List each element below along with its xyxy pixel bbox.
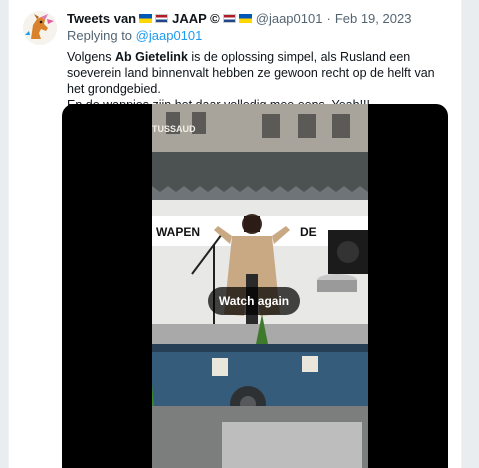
watch-again-button[interactable]: Watch again bbox=[208, 287, 300, 315]
netherlands-flag-icon bbox=[155, 13, 169, 23]
tweet-header: Tweets van JAAP © @jaap0101 · Feb 19, 20… bbox=[67, 9, 453, 27]
video-still: TUSSAUD WAPEN DE bbox=[152, 104, 368, 468]
author-name-suffix[interactable]: JAAP © bbox=[172, 11, 220, 26]
header-separator: · bbox=[326, 10, 331, 26]
netherlands-flag-icon bbox=[222, 13, 236, 23]
replying-to: Replying to @jaap0101 bbox=[67, 27, 453, 45]
building-sign: TUSSAUD bbox=[152, 124, 196, 134]
video-player[interactable]: TUSSAUD WAPEN DE Watch again bbox=[62, 104, 448, 468]
video-frame: TUSSAUD WAPEN DE bbox=[152, 104, 368, 468]
tweet-card[interactable]: Tweets van JAAP © @jaap0101 · Feb 19, 20… bbox=[8, 0, 462, 468]
author-name[interactable]: Tweets van bbox=[67, 11, 136, 26]
replying-prefix: Replying to bbox=[67, 28, 133, 43]
replying-handle-link[interactable]: @jaap0101 bbox=[136, 28, 203, 43]
tweet-text-mention: Ab Gietelink bbox=[114, 50, 188, 64]
author-handle[interactable]: @jaap0101 bbox=[256, 11, 323, 26]
avatar-horse-logo bbox=[23, 11, 57, 45]
banner-text-right: DE bbox=[300, 225, 317, 239]
tweet-content: Tweets van JAAP © @jaap0101 · Feb 19, 20… bbox=[67, 9, 453, 113]
tweet-text-part1: Volgens bbox=[67, 50, 115, 64]
avatar[interactable] bbox=[23, 11, 57, 45]
ukraine-flag-icon bbox=[238, 13, 252, 23]
ukraine-flag-icon bbox=[139, 13, 153, 23]
tweet-date[interactable]: Feb 19, 2023 bbox=[335, 11, 412, 26]
banner-text-left: WAPEN bbox=[156, 225, 200, 239]
